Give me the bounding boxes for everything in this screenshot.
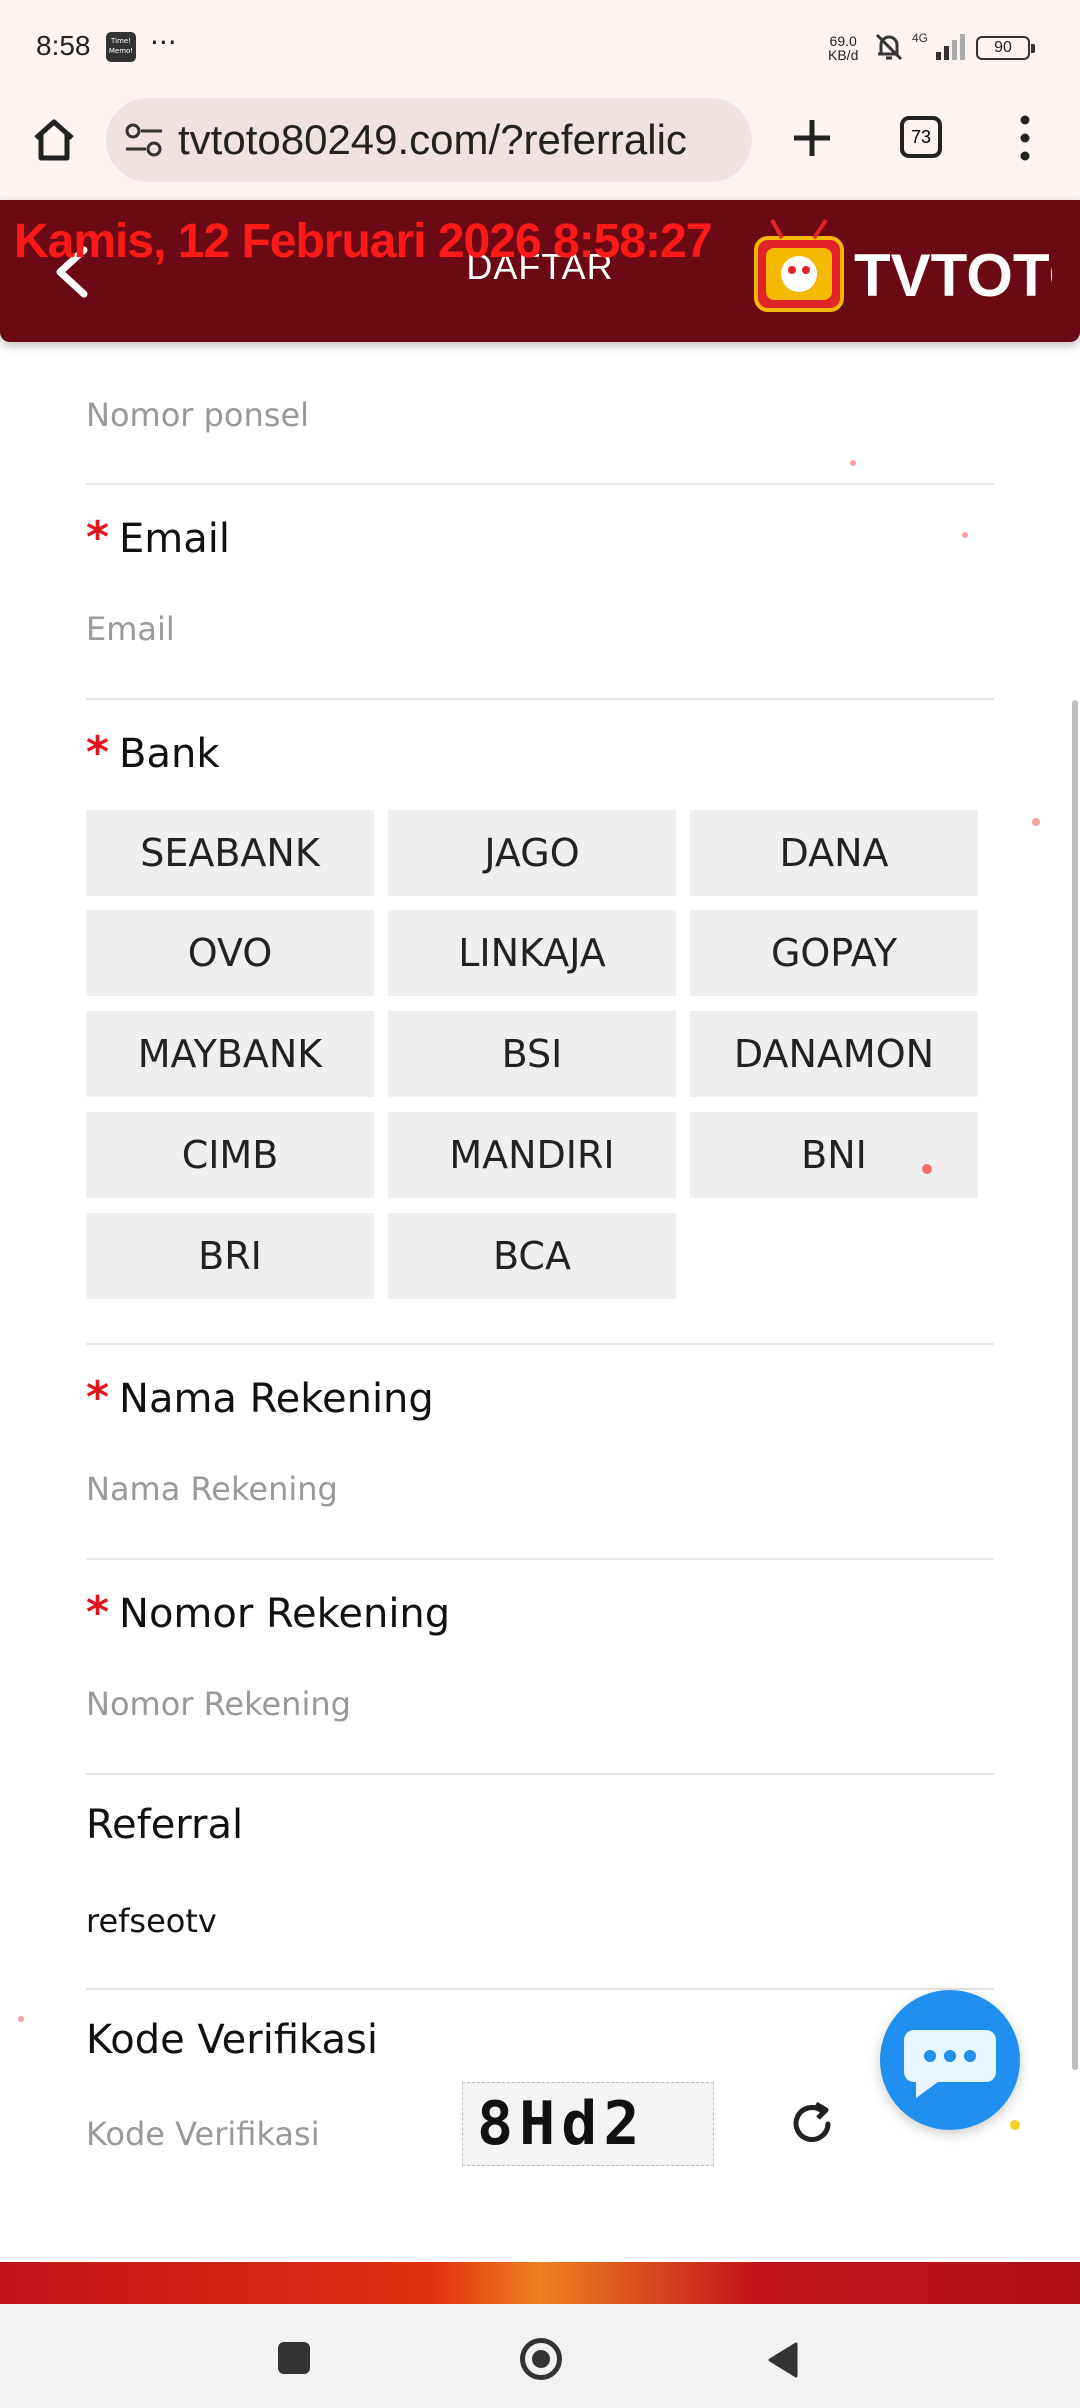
email-label: * Email	[86, 512, 230, 563]
speed-unit: KB/d	[828, 47, 859, 63]
datetime-display: Kamis, 12 Februari 2026 8:58:27	[14, 215, 712, 268]
decorative-dot	[1010, 2120, 1020, 2130]
bank-option-linkaja[interactable]: LINKAJA	[388, 910, 676, 996]
divider	[86, 1343, 994, 1345]
account-name-label: * Nama Rekening	[86, 1372, 434, 1423]
address-bar[interactable]: tvtoto80249.com/?referralic	[106, 98, 752, 182]
account-number-label: * Nomor Rekening	[86, 1587, 450, 1638]
memo-app-icon: Time! Memo!	[106, 32, 136, 62]
bank-option-seabank[interactable]: SEABANK	[86, 810, 374, 896]
account-name-label-text: Nama Rekening	[119, 1376, 434, 1422]
live-chat-button[interactable]	[880, 1990, 1020, 2130]
home-icon[interactable]	[28, 114, 80, 166]
bank-option-gopay[interactable]: GOPAY	[690, 910, 978, 996]
refresh-icon[interactable]	[784, 2096, 840, 2152]
decorative-dot	[1032, 818, 1040, 826]
system-nav-bar	[0, 2304, 1080, 2408]
account-number-label-text: Nomor Rekening	[119, 1591, 451, 1637]
bank-option-bni[interactable]: BNI	[690, 1112, 978, 1198]
bank-option-bca[interactable]: BCA	[388, 1213, 676, 1299]
email-input[interactable]: Email	[86, 610, 994, 648]
browser-toolbar: tvtoto80249.com/?referralic 73	[0, 92, 1080, 200]
tune-icon[interactable]	[124, 122, 164, 158]
status-more: ···	[150, 26, 177, 59]
divider	[86, 698, 994, 700]
referral-input[interactable]: refseotv	[86, 1902, 994, 1940]
url-text: tvtoto80249.com/?referralic	[178, 116, 687, 163]
email-label-text: Email	[119, 516, 230, 562]
bank-option-bri[interactable]: BRI	[86, 1213, 374, 1299]
divider	[86, 483, 994, 485]
network-speed: 69.0 KB/d	[828, 34, 858, 62]
scrollbar[interactable]	[1072, 700, 1078, 2070]
verification-label: Kode Verifikasi	[86, 2017, 378, 2063]
referral-label: Referral	[86, 1802, 244, 1848]
home-button-icon[interactable]	[520, 2338, 562, 2380]
required-marker: *	[86, 727, 110, 778]
status-time: 8:58	[36, 30, 91, 61]
chat-icon	[904, 2030, 996, 2098]
signal-icon: 4G	[912, 31, 965, 60]
required-marker: *	[86, 512, 110, 563]
muted-bell-icon	[875, 33, 903, 61]
back-triangle-icon[interactable]	[764, 2340, 800, 2380]
logo-text: TVTOTO	[854, 242, 1052, 309]
site-header: DAFTAR Kamis, 12 Februari 2026 8:58:27 T…	[0, 200, 1080, 342]
tabs-icon[interactable]: 73	[900, 116, 942, 158]
captcha-image: 8Hd2	[462, 2082, 714, 2166]
decorative-dot	[922, 1164, 932, 1174]
decorative-dot	[850, 460, 856, 466]
account-name-input[interactable]: Nama Rekening	[86, 1470, 994, 1508]
phone-input[interactable]: Nomor ponsel	[86, 396, 994, 434]
bank-label-text: Bank	[119, 731, 220, 777]
network-type: 4G	[912, 31, 928, 45]
bank-option-mandiri[interactable]: MANDIRI	[388, 1112, 676, 1198]
bank-option-danamon[interactable]: DANAMON	[690, 1011, 978, 1097]
divider	[86, 1773, 994, 1775]
page: 8:58 Time! Memo! ··· 69.0 KB/d 4G 90 tvt…	[0, 0, 1080, 2408]
status-bar: 8:58 Time! Memo! ··· 69.0 KB/d 4G 90	[0, 0, 1080, 92]
menu-icon[interactable]	[1010, 112, 1040, 164]
recent-apps-icon[interactable]	[278, 2342, 310, 2374]
account-number-input[interactable]: Nomor Rekening	[86, 1685, 994, 1723]
divider	[86, 1988, 994, 1990]
bank-option-ovo[interactable]: OVO	[86, 910, 374, 996]
required-marker: *	[86, 1587, 110, 1638]
plus-icon[interactable]	[786, 112, 838, 164]
footer-banner	[0, 2262, 1080, 2304]
divider	[86, 1558, 994, 1560]
bank-option-jago[interactable]: JAGO	[388, 810, 676, 896]
battery-indicator: 90	[976, 36, 1035, 60]
captcha-text: 8Hd2	[477, 2089, 646, 2159]
speed-value: 69.0	[829, 33, 857, 49]
tvtoto-logo[interactable]: TVTOTO	[752, 216, 1052, 328]
bank-option-dana[interactable]: DANA	[690, 810, 978, 896]
required-marker: *	[86, 1372, 110, 1423]
bank-option-bsi[interactable]: BSI	[388, 1011, 676, 1097]
bank-label: * Bank	[86, 727, 219, 778]
verification-input[interactable]: Kode Verifikasi	[86, 2115, 426, 2153]
decorative-dot	[962, 532, 968, 538]
decorative-dot	[18, 2016, 24, 2022]
bank-option-maybank[interactable]: MAYBANK	[86, 1011, 374, 1097]
bank-option-cimb[interactable]: CIMB	[86, 1112, 374, 1198]
